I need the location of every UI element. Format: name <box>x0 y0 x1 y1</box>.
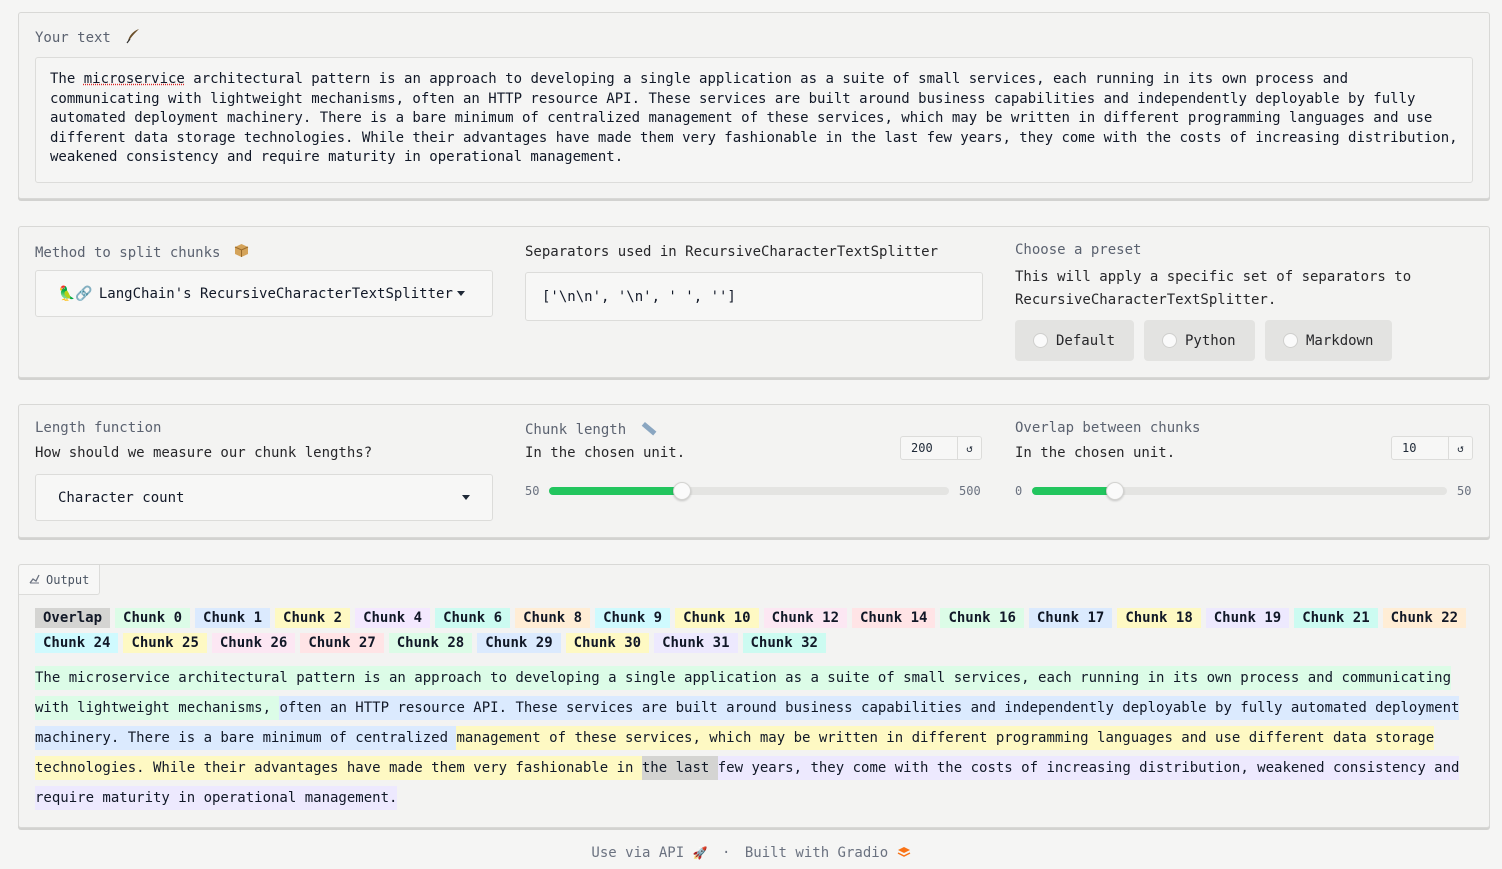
preset-option-markdown[interactable]: Markdown <box>1265 320 1392 361</box>
legend-item: Chunk 17 <box>1028 608 1113 628</box>
chevron-down-icon <box>462 495 470 500</box>
legend-item: Chunk 26 <box>211 633 296 653</box>
output-tab: Output <box>19 565 101 595</box>
legend-item: Chunk 2 <box>275 608 351 628</box>
output-tab-label: Output <box>46 572 90 587</box>
parrot-link-icon: 🦜🔗 <box>58 285 93 302</box>
legend-item: Overlap <box>35 608 111 628</box>
text-input[interactable]: The microservice architectural pattern i… <box>35 57 1473 183</box>
preset-option-label: Python <box>1185 332 1236 349</box>
legend-item: Chunk 27 <box>300 633 384 653</box>
feather-pen-icon <box>125 28 141 48</box>
rocket-icon: 🚀 <box>692 846 708 860</box>
legend-item: Chunk 21 <box>1294 608 1378 628</box>
method-dropdown[interactable]: 🦜🔗 LangChain's RecursiveCharacterTextSpl… <box>35 270 493 317</box>
chunk-legend: Overlap Chunk 0 Chunk 1 Chunk 2 Chunk 4 Chunk… <box>35 608 1475 658</box>
separators-input[interactable]: ['\n\n', '\n', ' ', ''] <box>525 272 983 321</box>
chunk-length-slider-thumb[interactable] <box>673 482 692 500</box>
text-content-start: The <box>50 71 84 87</box>
chunk-length-slider[interactable] <box>549 482 949 500</box>
footer-separator: · <box>721 845 731 861</box>
radio-circle-icon <box>1162 333 1177 348</box>
chunk-length-input[interactable]: 200 ↺ <box>900 436 982 460</box>
chart-icon <box>29 573 40 587</box>
output-panel: Output Overlap Chunk 0 Chunk 1 Chunk 2 Chunk… <box>18 564 1490 828</box>
text-label-text: Your text <box>35 30 111 46</box>
legend-item: Chunk 1 <box>195 608 271 628</box>
separators-label: Separators used in RecursiveCharacterTex… <box>525 244 939 260</box>
preset-option-label: Markdown <box>1306 332 1374 349</box>
preset-option-default[interactable]: Default <box>1015 320 1134 361</box>
method-label: Method to split chunks <box>35 242 250 263</box>
length-function-value: Character count <box>58 489 185 506</box>
overlap-info: In the chosen unit. <box>1015 445 1176 461</box>
legend-item: Chunk 24 <box>35 633 119 653</box>
overlap-max: 50 <box>1457 484 1472 498</box>
misspelled-word: microservice <box>83 71 185 87</box>
api-link[interactable]: Use via API <box>591 845 684 861</box>
gradio-logo-icon <box>897 845 911 863</box>
legend-item: Chunk 12 <box>763 608 847 628</box>
ruler-icon <box>641 420 657 440</box>
overlap-segment: the last <box>641 756 718 780</box>
legend-item: Chunk 22 <box>1382 608 1467 628</box>
radio-circle-icon <box>1283 333 1298 348</box>
footer: Use via API 🚀 · Built with Gradio <box>0 845 1502 863</box>
legend-item: Chunk 30 <box>565 633 650 653</box>
legend-item: Chunk 0 <box>115 608 191 628</box>
text-panel: Your text The microservice architectural… <box>18 12 1490 199</box>
separators-value: ['\n\n', '\n', ' ', ''] <box>542 288 736 305</box>
legend-item: Chunk 18 <box>1117 608 1201 628</box>
reset-icon[interactable]: ↺ <box>1448 437 1472 459</box>
legend-item: Chunk 25 <box>123 633 207 653</box>
legend-item: Chunk 8 <box>515 608 591 628</box>
overlap-min: 0 <box>1015 484 1023 498</box>
radio-circle-icon <box>1033 333 1048 348</box>
legend-item: Chunk 32 <box>742 633 826 653</box>
length-panel: Length function How should we measure ou… <box>18 404 1490 538</box>
overlap-value: 10 <box>1402 441 1417 455</box>
overlap-input[interactable]: 10 ↺ <box>1391 436 1473 460</box>
chunk-length-max: 500 <box>959 484 981 498</box>
preset-label: Choose a preset <box>1015 242 1142 258</box>
method-label-text: Method to split chunks <box>35 245 221 261</box>
chunk-length-min: 50 <box>525 484 540 498</box>
chunk-length-info: In the chosen unit. <box>525 445 686 461</box>
overlap-slider[interactable] <box>1032 482 1447 500</box>
length-function-dropdown[interactable]: Character count <box>35 474 493 521</box>
preset-option-label: Default <box>1056 332 1116 349</box>
method-selected-value: LangChain's RecursiveCharacterTextSplitt… <box>98 285 453 302</box>
method-panel: Method to split chunks 🦜🔗 LangChain's Re… <box>18 226 1490 378</box>
gradio-link[interactable]: Built with Gradio <box>745 845 888 861</box>
legend-item: Chunk 28 <box>388 633 473 653</box>
chunk-length-label: Chunk length <box>525 420 657 440</box>
legend-item: Chunk 19 <box>1205 608 1290 628</box>
legend-item: Chunk 29 <box>477 633 561 653</box>
legend-item: Chunk 14 <box>852 608 936 628</box>
chunk-length-label-text: Chunk length <box>525 422 627 438</box>
legend-item: Chunk 9 <box>595 608 671 628</box>
legend-item: Chunk 10 <box>675 608 759 628</box>
overlap-slider-thumb[interactable] <box>1106 482 1124 500</box>
legend-item: Chunk 6 <box>435 608 511 628</box>
legend-item: Chunk 31 <box>654 633 738 653</box>
legend-item: Chunk 4 <box>355 608 431 628</box>
chevron-down-icon <box>456 291 465 296</box>
overlap-label: Overlap between chunks <box>1015 420 1201 436</box>
text-label: Your text <box>35 28 141 48</box>
chunk-length-value: 200 <box>911 441 933 455</box>
reset-icon[interactable]: ↺ <box>957 437 981 459</box>
preset-info: This will apply a specific set of separa… <box>1015 269 1412 308</box>
chunk-length-slider-fill <box>549 487 683 495</box>
overlap-slider-fill <box>1032 487 1115 495</box>
preset-option-python[interactable]: Python <box>1144 320 1255 361</box>
legend-item: Chunk 16 <box>940 608 1024 628</box>
text-content-rest: architectural pattern is an approach to … <box>50 71 1458 165</box>
length-function-info: How should we measure our chunk lengths? <box>35 445 373 461</box>
length-function-label: Length function <box>35 420 162 436</box>
highlighted-output: The microservice architectural pattern i… <box>35 663 1483 813</box>
package-box-icon <box>233 242 250 263</box>
